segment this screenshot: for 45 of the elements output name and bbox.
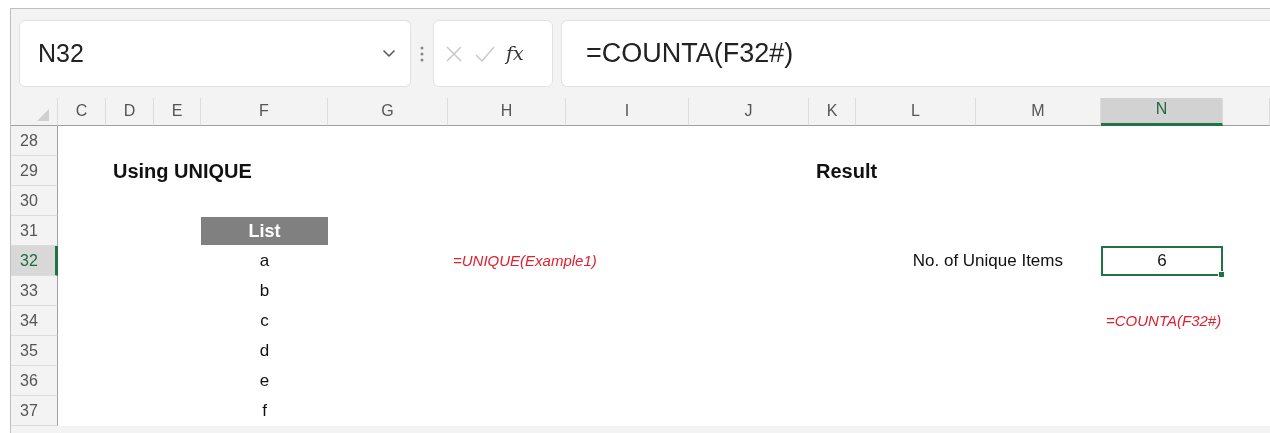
field-label: No. of Unique Items bbox=[911, 250, 1064, 273]
more-options-icon[interactable] bbox=[419, 44, 425, 63]
table-header: List bbox=[201, 217, 328, 245]
column-header[interactable]: F bbox=[201, 98, 328, 126]
formula-field[interactable]: =COUNTA(F32#) bbox=[561, 20, 1270, 87]
table-cell-text: c bbox=[259, 310, 270, 333]
column-header[interactable]: D bbox=[106, 98, 154, 126]
cancel-icon[interactable] bbox=[444, 43, 464, 64]
row-header[interactable]: 34 bbox=[11, 306, 58, 336]
formula-note: =COUNTA(F32#) bbox=[1105, 310, 1223, 331]
row-header[interactable]: 36 bbox=[11, 366, 58, 396]
table-cell-text: e bbox=[258, 370, 271, 393]
column-header[interactable]: I bbox=[566, 98, 689, 126]
row-header[interactable]: 31 bbox=[11, 216, 58, 246]
section-heading: Result bbox=[815, 159, 879, 184]
table-cell-text: b bbox=[258, 280, 271, 303]
section-heading: Using UNIQUE bbox=[112, 159, 253, 184]
row-header[interactable]: 28 bbox=[11, 126, 58, 156]
column-header[interactable]: J bbox=[689, 98, 809, 126]
column-header[interactable]: L bbox=[856, 98, 976, 126]
blank-column-header[interactable] bbox=[1223, 98, 1270, 126]
row-header[interactable]: 30 bbox=[11, 186, 58, 216]
table-cell-text: d bbox=[258, 340, 271, 363]
column-header[interactable]: C bbox=[58, 98, 106, 126]
row-header[interactable]: 32 bbox=[11, 246, 58, 276]
column-header[interactable]: N bbox=[1101, 98, 1223, 126]
name-box[interactable]: N32 bbox=[19, 20, 411, 87]
table-cell-text: f bbox=[261, 400, 268, 423]
select-all-icon[interactable] bbox=[37, 109, 49, 121]
cell-reference: N32 bbox=[38, 37, 84, 69]
row-header[interactable]: 35 bbox=[11, 336, 58, 366]
dropdown-caret-icon[interactable] bbox=[382, 49, 396, 58]
fill-handle[interactable] bbox=[1218, 271, 1225, 278]
formula-note: =UNIQUE(Example1) bbox=[452, 250, 598, 271]
insert-function-button[interactable]: fx bbox=[506, 39, 524, 68]
row-header[interactable]: 37 bbox=[11, 396, 58, 426]
column-header[interactable]: E bbox=[154, 98, 201, 126]
column-header[interactable]: K bbox=[809, 98, 856, 126]
table-cell-text: a bbox=[258, 250, 271, 273]
column-header[interactable]: H bbox=[448, 98, 566, 126]
column-header[interactable]: G bbox=[328, 98, 448, 126]
column-header[interactable]: M bbox=[976, 98, 1101, 126]
row-header[interactable]: 33 bbox=[11, 276, 58, 306]
row-header[interactable]: 29 bbox=[11, 156, 58, 186]
table-cell[interactable]: 6 bbox=[1101, 246, 1223, 276]
